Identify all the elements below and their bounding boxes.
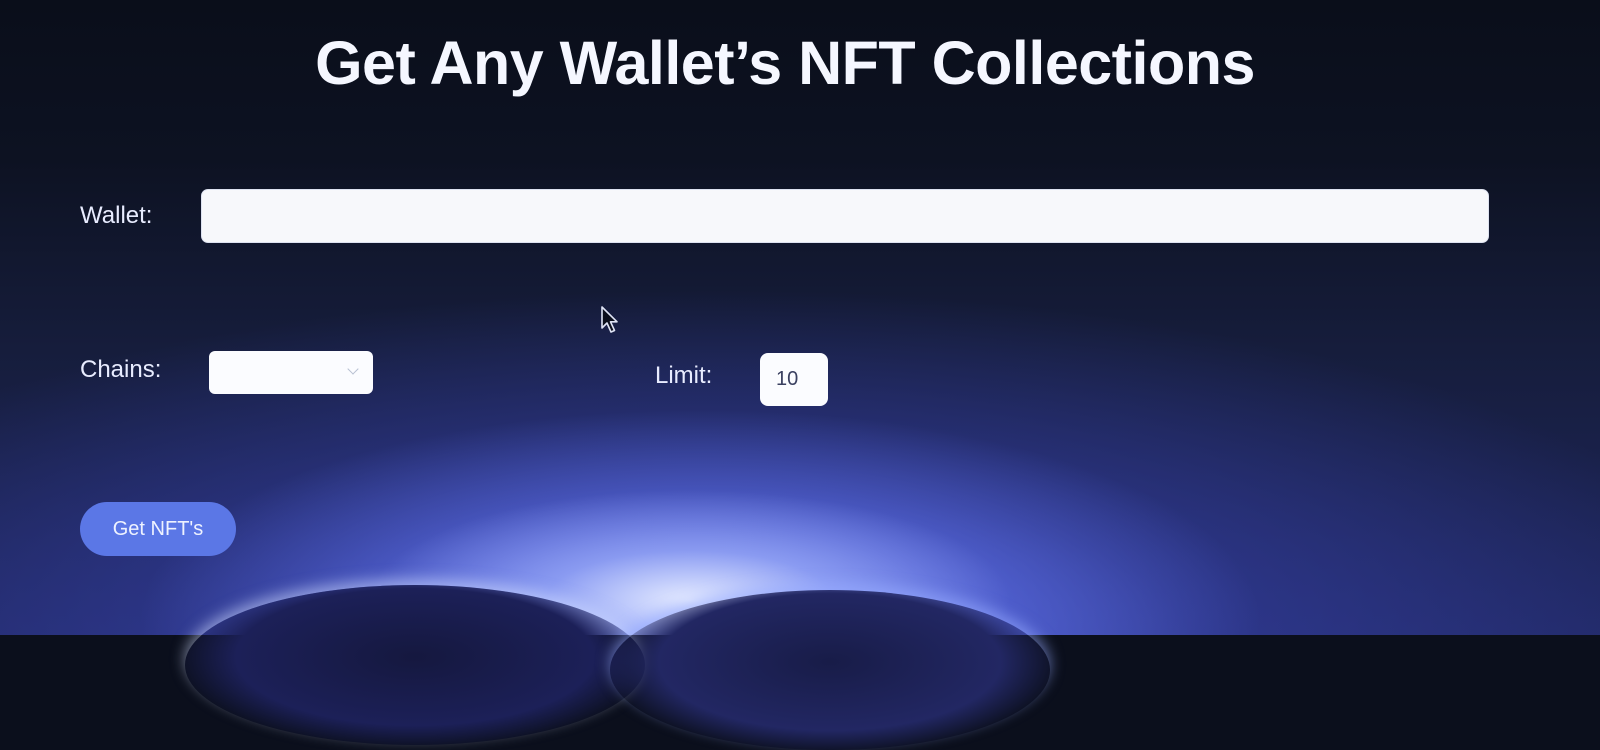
background-swirl-left <box>185 585 645 745</box>
wallet-input[interactable] <box>201 189 1489 243</box>
chains-label: Chains: <box>80 356 162 383</box>
background-swirl-right <box>610 590 1050 750</box>
limit-input[interactable] <box>760 353 828 406</box>
chains-select[interactable] <box>209 351 373 394</box>
get-nfts-button[interactable]: Get NFT's <box>80 502 236 556</box>
page-title: Get Any Wallet’s NFT Collections <box>315 29 1255 97</box>
mouse-cursor-icon <box>601 306 618 333</box>
chevron-down-icon <box>347 363 359 375</box>
limit-label: Limit: <box>655 362 713 389</box>
wallet-label: Wallet: <box>80 202 153 229</box>
